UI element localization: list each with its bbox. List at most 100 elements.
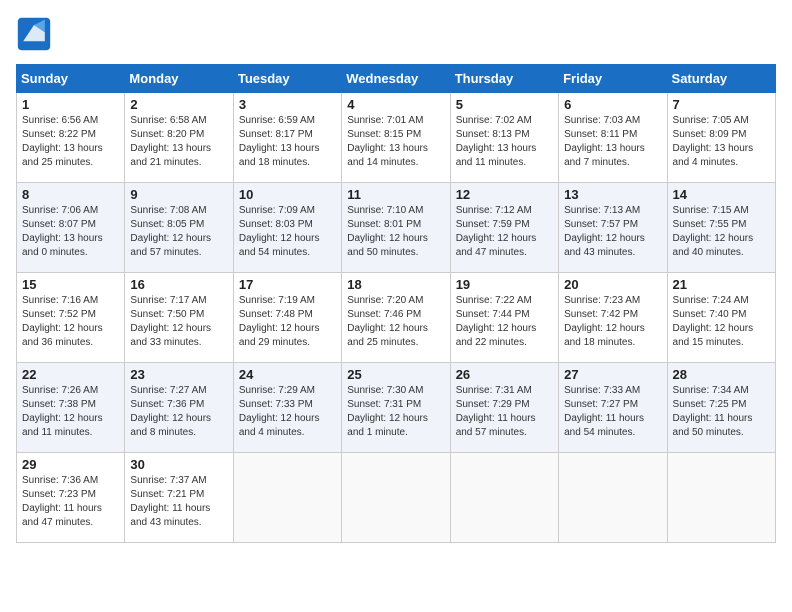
day-info: Sunrise: 7:13 AM Sunset: 7:57 PM Dayligh… xyxy=(564,204,661,260)
day-info: Sunrise: 7:09 AM Sunset: 8:03 PM Dayligh… xyxy=(239,204,336,260)
calendar-cell: 1Sunrise: 6:56 AM Sunset: 8:22 PM Daylig… xyxy=(17,93,125,183)
day-info: Sunrise: 7:06 AM Sunset: 8:07 PM Dayligh… xyxy=(22,204,119,260)
calendar-cell: 5 Sunrise: 7:02 AM Sunset: 8:13 PM Daylig… xyxy=(450,93,558,183)
day-number: 17 xyxy=(239,277,336,292)
calendar-cell: 26 Sunrise: 7:31 AM Sunset: 7:29 PM Dayli… xyxy=(450,363,558,453)
calendar-cell: 13 Sunrise: 7:13 AM Sunset: 7:57 PM Dayli… xyxy=(559,183,667,273)
day-info: Sunrise: 7:37 AM Sunset: 7:21 PM Dayligh… xyxy=(130,474,227,530)
calendar-cell xyxy=(667,453,775,543)
calendar-cell: 18 Sunrise: 7:20 AM Sunset: 7:46 PM Dayli… xyxy=(342,273,450,363)
week-row-2: 15Sunrise: 7:16 AM Sunset: 7:52 PM Dayli… xyxy=(17,273,776,363)
day-number: 2 xyxy=(130,97,227,112)
day-info: Sunrise: 7:20 AM Sunset: 7:46 PM Dayligh… xyxy=(347,294,444,350)
logo-icon xyxy=(16,16,52,52)
day-number: 19 xyxy=(456,277,553,292)
day-number: 3 xyxy=(239,97,336,112)
calendar-cell: 9 Sunrise: 7:08 AM Sunset: 8:05 PM Daylig… xyxy=(125,183,233,273)
day-number: 28 xyxy=(673,367,770,382)
column-header-friday: Friday xyxy=(559,65,667,93)
column-header-monday: Monday xyxy=(125,65,233,93)
day-info: Sunrise: 7:31 AM Sunset: 7:29 PM Dayligh… xyxy=(456,384,553,440)
calendar-cell: 4 Sunrise: 7:01 AM Sunset: 8:15 PM Daylig… xyxy=(342,93,450,183)
day-number: 14 xyxy=(673,187,770,202)
day-info: Sunrise: 7:19 AM Sunset: 7:48 PM Dayligh… xyxy=(239,294,336,350)
day-info: Sunrise: 7:17 AM Sunset: 7:50 PM Dayligh… xyxy=(130,294,227,350)
calendar-cell: 2 Sunrise: 6:58 AM Sunset: 8:20 PM Daylig… xyxy=(125,93,233,183)
page-header xyxy=(16,16,776,52)
calendar-cell: 19 Sunrise: 7:22 AM Sunset: 7:44 PM Dayli… xyxy=(450,273,558,363)
day-number: 29 xyxy=(22,457,119,472)
calendar-cell: 7 Sunrise: 7:05 AM Sunset: 8:09 PM Daylig… xyxy=(667,93,775,183)
day-number: 10 xyxy=(239,187,336,202)
column-header-sunday: Sunday xyxy=(17,65,125,93)
calendar-cell: 3 Sunrise: 6:59 AM Sunset: 8:17 PM Daylig… xyxy=(233,93,341,183)
calendar-cell: 17 Sunrise: 7:19 AM Sunset: 7:48 PM Dayli… xyxy=(233,273,341,363)
calendar-cell: 15Sunrise: 7:16 AM Sunset: 7:52 PM Dayli… xyxy=(17,273,125,363)
calendar-cell: 12 Sunrise: 7:12 AM Sunset: 7:59 PM Dayli… xyxy=(450,183,558,273)
column-header-saturday: Saturday xyxy=(667,65,775,93)
calendar-cell: 28 Sunrise: 7:34 AM Sunset: 7:25 PM Dayli… xyxy=(667,363,775,453)
column-header-tuesday: Tuesday xyxy=(233,65,341,93)
day-info: Sunrise: 6:58 AM Sunset: 8:20 PM Dayligh… xyxy=(130,114,227,170)
day-number: 5 xyxy=(456,97,553,112)
day-info: Sunrise: 7:02 AM Sunset: 8:13 PM Dayligh… xyxy=(456,114,553,170)
calendar-cell: 20 Sunrise: 7:23 AM Sunset: 7:42 PM Dayli… xyxy=(559,273,667,363)
day-number: 16 xyxy=(130,277,227,292)
day-number: 24 xyxy=(239,367,336,382)
day-number: 12 xyxy=(456,187,553,202)
day-number: 7 xyxy=(673,97,770,112)
day-info: Sunrise: 7:26 AM Sunset: 7:38 PM Dayligh… xyxy=(22,384,119,440)
day-number: 6 xyxy=(564,97,661,112)
day-info: Sunrise: 7:33 AM Sunset: 7:27 PM Dayligh… xyxy=(564,384,661,440)
day-info: Sunrise: 6:59 AM Sunset: 8:17 PM Dayligh… xyxy=(239,114,336,170)
week-row-3: 22Sunrise: 7:26 AM Sunset: 7:38 PM Dayli… xyxy=(17,363,776,453)
day-number: 13 xyxy=(564,187,661,202)
day-number: 15 xyxy=(22,277,119,292)
day-number: 21 xyxy=(673,277,770,292)
day-info: Sunrise: 7:36 AM Sunset: 7:23 PM Dayligh… xyxy=(22,474,119,530)
day-number: 26 xyxy=(456,367,553,382)
week-row-4: 29 Sunrise: 7:36 AM Sunset: 7:23 PM Dayli… xyxy=(17,453,776,543)
day-info: Sunrise: 7:08 AM Sunset: 8:05 PM Dayligh… xyxy=(130,204,227,260)
column-header-wednesday: Wednesday xyxy=(342,65,450,93)
day-info: Sunrise: 7:30 AM Sunset: 7:31 PM Dayligh… xyxy=(347,384,444,440)
column-header-thursday: Thursday xyxy=(450,65,558,93)
day-number: 4 xyxy=(347,97,444,112)
calendar-cell xyxy=(233,453,341,543)
calendar-cell: 22Sunrise: 7:26 AM Sunset: 7:38 PM Dayli… xyxy=(17,363,125,453)
day-info: Sunrise: 7:10 AM Sunset: 8:01 PM Dayligh… xyxy=(347,204,444,260)
week-row-0: 1Sunrise: 6:56 AM Sunset: 8:22 PM Daylig… xyxy=(17,93,776,183)
day-info: Sunrise: 7:03 AM Sunset: 8:11 PM Dayligh… xyxy=(564,114,661,170)
week-row-1: 8 Sunrise: 7:06 AM Sunset: 8:07 PM Daylig… xyxy=(17,183,776,273)
day-info: Sunrise: 7:12 AM Sunset: 7:59 PM Dayligh… xyxy=(456,204,553,260)
calendar-cell: 27 Sunrise: 7:33 AM Sunset: 7:27 PM Dayli… xyxy=(559,363,667,453)
calendar-cell: 14 Sunrise: 7:15 AM Sunset: 7:55 PM Dayli… xyxy=(667,183,775,273)
day-info: Sunrise: 7:27 AM Sunset: 7:36 PM Dayligh… xyxy=(130,384,227,440)
day-number: 23 xyxy=(130,367,227,382)
calendar-cell: 21 Sunrise: 7:24 AM Sunset: 7:40 PM Dayli… xyxy=(667,273,775,363)
day-info: Sunrise: 7:22 AM Sunset: 7:44 PM Dayligh… xyxy=(456,294,553,350)
day-info: Sunrise: 7:15 AM Sunset: 7:55 PM Dayligh… xyxy=(673,204,770,260)
day-number: 18 xyxy=(347,277,444,292)
day-info: Sunrise: 6:56 AM Sunset: 8:22 PM Dayligh… xyxy=(22,114,119,170)
day-info: Sunrise: 7:23 AM Sunset: 7:42 PM Dayligh… xyxy=(564,294,661,350)
calendar-cell: 25Sunrise: 7:30 AM Sunset: 7:31 PM Dayli… xyxy=(342,363,450,453)
calendar-cell: 10 Sunrise: 7:09 AM Sunset: 8:03 PM Dayli… xyxy=(233,183,341,273)
day-number: 9 xyxy=(130,187,227,202)
day-info: Sunrise: 7:34 AM Sunset: 7:25 PM Dayligh… xyxy=(673,384,770,440)
calendar-cell: 30Sunrise: 7:37 AM Sunset: 7:21 PM Dayli… xyxy=(125,453,233,543)
calendar-cell: 23 Sunrise: 7:27 AM Sunset: 7:36 PM Dayli… xyxy=(125,363,233,453)
calendar-table: SundayMondayTuesdayWednesdayThursdayFrid… xyxy=(16,64,776,543)
day-number: 20 xyxy=(564,277,661,292)
day-number: 8 xyxy=(22,187,119,202)
calendar-cell: 6 Sunrise: 7:03 AM Sunset: 8:11 PM Daylig… xyxy=(559,93,667,183)
calendar-cell xyxy=(559,453,667,543)
day-number: 27 xyxy=(564,367,661,382)
days-header-row: SundayMondayTuesdayWednesdayThursdayFrid… xyxy=(17,65,776,93)
day-info: Sunrise: 7:01 AM Sunset: 8:15 PM Dayligh… xyxy=(347,114,444,170)
day-info: Sunrise: 7:24 AM Sunset: 7:40 PM Dayligh… xyxy=(673,294,770,350)
day-number: 11 xyxy=(347,187,444,202)
calendar-cell: 24Sunrise: 7:29 AM Sunset: 7:33 PM Dayli… xyxy=(233,363,341,453)
calendar-cell: 11 Sunrise: 7:10 AM Sunset: 8:01 PM Dayli… xyxy=(342,183,450,273)
day-info: Sunrise: 7:05 AM Sunset: 8:09 PM Dayligh… xyxy=(673,114,770,170)
